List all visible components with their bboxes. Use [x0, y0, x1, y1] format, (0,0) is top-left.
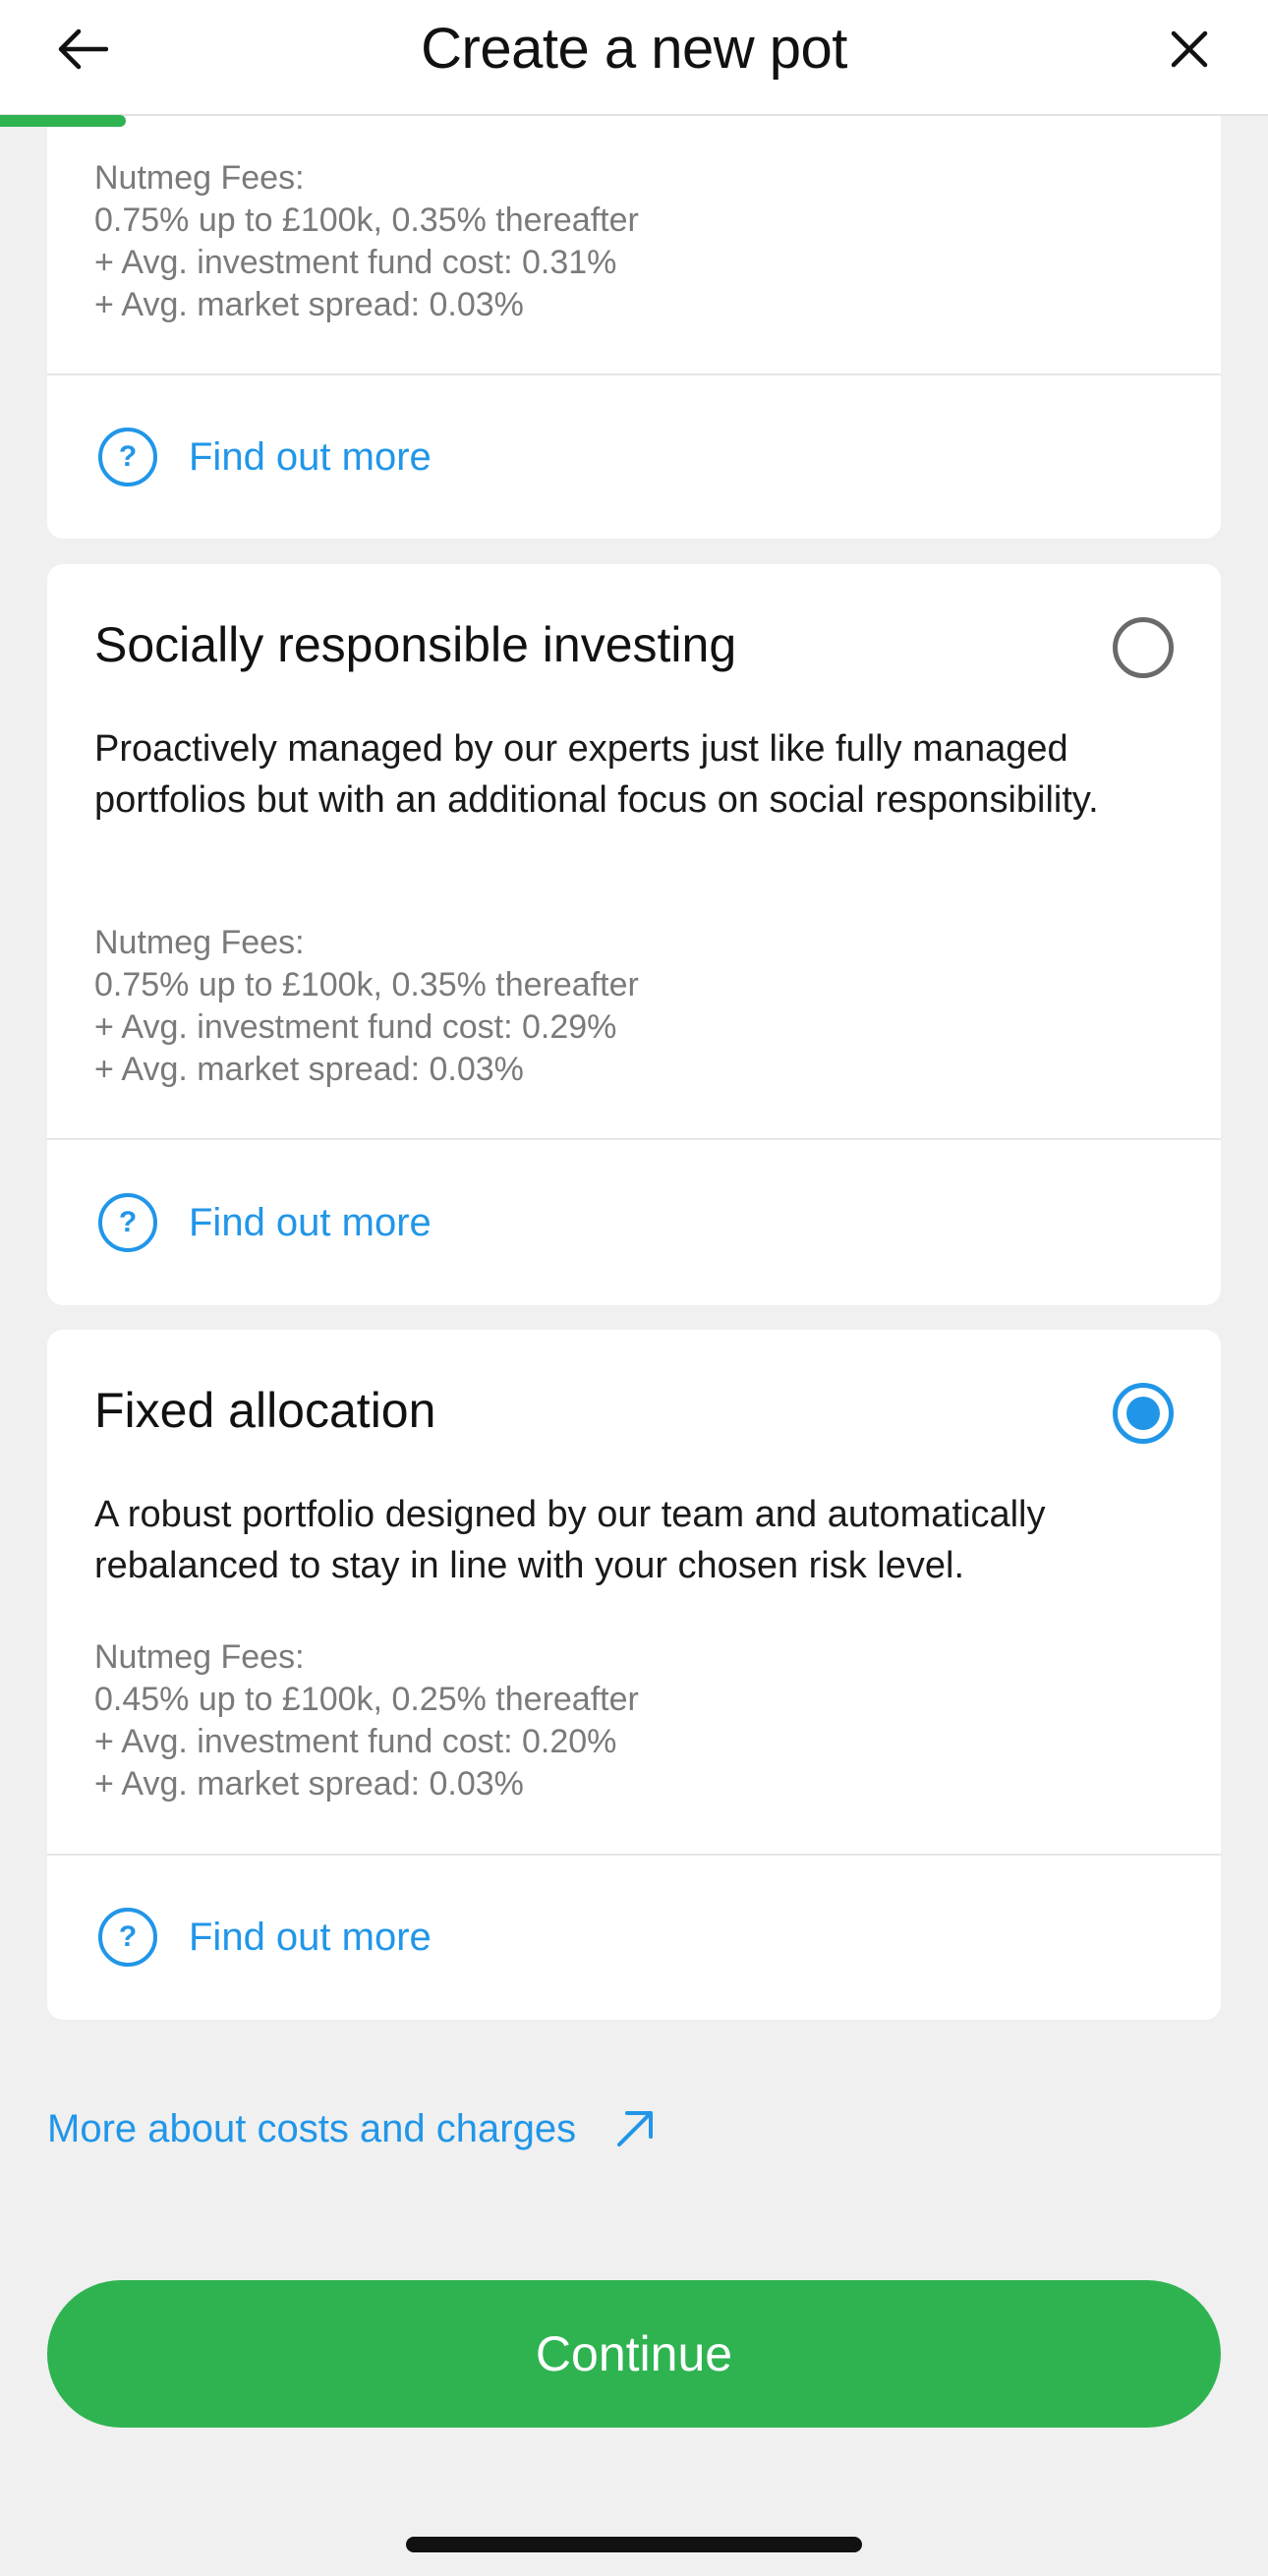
- find-out-more-link[interactable]: ? Find out more: [98, 1191, 432, 1254]
- card-divider: [47, 373, 1221, 375]
- card-divider: [47, 1854, 1221, 1856]
- progress-bar: [0, 115, 126, 127]
- card-title: Fixed allocation: [94, 1383, 436, 1438]
- fees-fund-cost: + Avg. investment fund cost: 0.29%: [94, 1008, 617, 1046]
- find-out-more-link[interactable]: ? Find out more: [98, 426, 432, 488]
- find-out-more-label: Find out more: [189, 1200, 432, 1244]
- card-description: Proactively managed by our experts just …: [94, 728, 1099, 821]
- fees-block: Nutmeg Fees: 0.75% up to £100k, 0.35% th…: [94, 922, 1174, 1091]
- external-arrow-icon: [617, 2111, 654, 2147]
- card-title: Socially responsible investing: [94, 617, 737, 672]
- fees-market-spread: + Avg. market spread: 0.03%: [94, 1765, 524, 1803]
- fees-market-spread: + Avg. market spread: 0.03%: [94, 1051, 524, 1088]
- fees-heading: Nutmeg Fees:: [94, 1638, 305, 1676]
- find-out-more-link[interactable]: ? Find out more: [98, 1906, 432, 1969]
- header: Create a new pot: [0, 0, 1268, 116]
- close-button[interactable]: [1158, 18, 1221, 81]
- continue-button[interactable]: Continue: [47, 2280, 1221, 2428]
- fees-block: Nutmeg Fees: 0.75% up to £100k, 0.35% th…: [94, 157, 1174, 326]
- costs-and-charges-link[interactable]: More about costs and charges: [47, 2099, 657, 2158]
- help-icon: ?: [98, 1908, 157, 1967]
- fees-block: Nutmeg Fees: 0.45% up to £100k, 0.25% th…: [94, 1636, 1174, 1805]
- card-divider: [47, 1138, 1221, 1140]
- close-icon: [1171, 30, 1208, 68]
- home-indicator: [406, 2537, 862, 2552]
- find-out-more-label: Find out more: [189, 1915, 432, 1959]
- option-card-fully-managed[interactable]: Nutmeg Fees: 0.75% up to £100k, 0.35% th…: [47, 98, 1221, 539]
- page-title: Create a new pot: [421, 17, 847, 81]
- fees-management: 0.75% up to £100k, 0.35% thereafter: [94, 966, 639, 1003]
- option-card-socially-responsible[interactable]: Socially responsible investing Proactive…: [47, 564, 1221, 1305]
- radio-button-selected[interactable]: [1113, 1383, 1174, 1444]
- find-out-more-label: Find out more: [189, 434, 432, 479]
- fees-management: 0.75% up to £100k, 0.35% thereafter: [94, 201, 639, 239]
- fees-management: 0.45% up to £100k, 0.25% thereafter: [94, 1681, 639, 1718]
- radio-button[interactable]: [1113, 617, 1174, 678]
- screen: Create a new pot Nutmeg Fees: 0.75% up t…: [0, 0, 1268, 2576]
- costs-link-label: More about costs and charges: [47, 2106, 577, 2150]
- fees-market-spread: + Avg. market spread: 0.03%: [94, 286, 524, 323]
- card-description: A robust portfolio designed by our team …: [94, 1494, 1046, 1586]
- help-icon: ?: [98, 1193, 157, 1252]
- help-icon: ?: [98, 428, 157, 487]
- option-card-fixed-allocation[interactable]: Fixed allocation A robust portfolio desi…: [47, 1330, 1221, 2020]
- fees-fund-cost: + Avg. investment fund cost: 0.31%: [94, 244, 617, 281]
- fees-heading: Nutmeg Fees:: [94, 924, 305, 961]
- fees-heading: Nutmeg Fees:: [94, 159, 305, 197]
- fees-fund-cost: + Avg. investment fund cost: 0.20%: [94, 1723, 617, 1760]
